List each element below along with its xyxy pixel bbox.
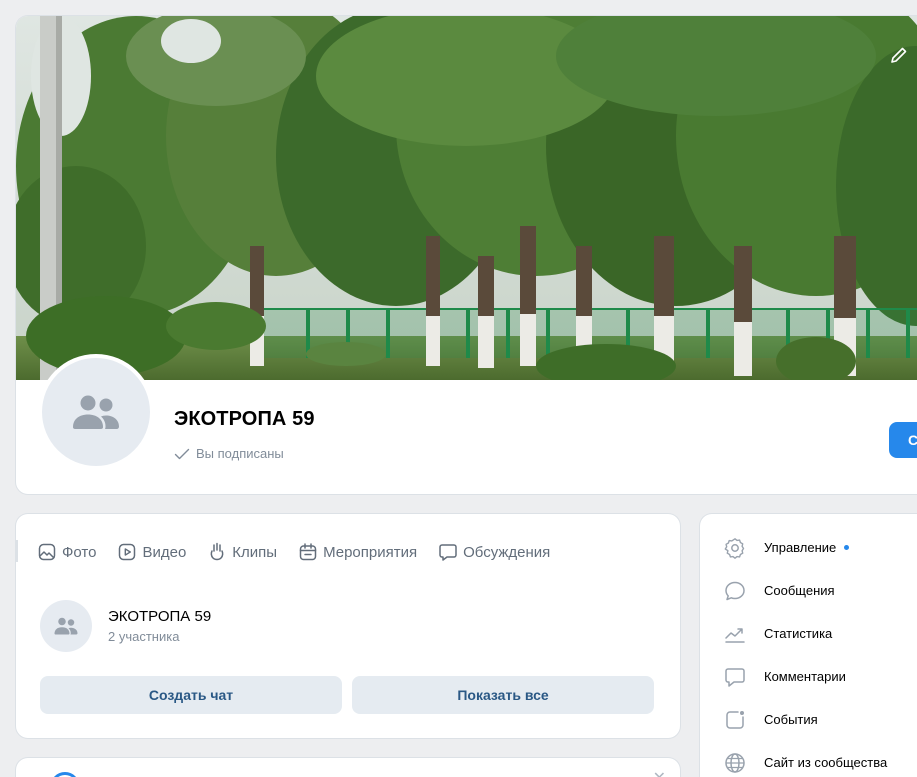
tab-label: Фото	[62, 543, 97, 561]
tab-events[interactable]: Мероприятия	[299, 543, 417, 561]
photo-icon	[38, 543, 56, 561]
menu-item-events[interactable]: События	[700, 698, 917, 741]
tab-label: Обсуждения	[463, 543, 551, 561]
menu-item-label: События	[764, 712, 818, 727]
menu-item-management[interactable]: Управление	[700, 526, 917, 569]
subscription-status[interactable]: Вы подписаны	[174, 446, 284, 461]
group-icon	[54, 617, 78, 635]
discussions-icon	[439, 544, 457, 561]
page-title: ЭКОТРОПА 59	[174, 408, 315, 430]
check-icon	[174, 448, 190, 459]
chat-avatar	[40, 600, 92, 652]
cover-photo-image	[16, 16, 917, 380]
chat-actions: Создать чат Показать все	[40, 676, 654, 714]
menu-item-label: Сообщения	[764, 583, 835, 598]
video-icon	[119, 543, 136, 561]
clips-icon	[210, 542, 224, 561]
globe-icon	[725, 752, 745, 773]
tab-video[interactable]: Видео	[118, 543, 186, 561]
group-icon	[73, 395, 119, 429]
tab-photo[interactable]: Фото	[38, 543, 96, 561]
notification-dot	[844, 545, 850, 551]
menu-item-statistics[interactable]: Статистика	[700, 612, 917, 655]
menu-item-label: Комментарии	[764, 669, 846, 684]
chat-title: ЭКОТРОПА 59	[108, 608, 212, 625]
tab-label: Мероприятия	[323, 543, 418, 561]
show-all-chats-button[interactable]: Показать все	[352, 676, 654, 714]
primary-action-button[interactable]: С	[889, 422, 917, 458]
pencil-icon	[891, 47, 907, 63]
tab-discussions[interactable]: Обсуждения	[439, 543, 550, 561]
event-icon	[726, 710, 744, 729]
menu-item-community-website[interactable]: Сайт из сообщества	[700, 741, 917, 777]
tab-label: Видео	[142, 543, 187, 561]
community-chat-item[interactable]: ЭКОТРОПА 59 2 участника	[40, 600, 211, 652]
close-icon[interactable]: ✕	[653, 768, 666, 777]
community-sections-card: Фото Видео Клипы Мероприятия Обсуждения …	[16, 514, 680, 738]
gear-icon	[724, 537, 745, 559]
create-chat-button[interactable]: Создать чат	[40, 676, 342, 714]
community-header-card: ЭКОТРОПА 59 Вы подписаны С	[16, 16, 917, 494]
menu-item-label: Управление	[764, 540, 837, 555]
section-tabs: Фото Видео Клипы Мероприятия Обсуждения	[16, 538, 572, 566]
menu-item-comments[interactable]: Комментарии	[700, 655, 917, 698]
cover-photo[interactable]	[16, 16, 917, 380]
message-icon	[725, 581, 745, 600]
next-card-avatar	[43, 765, 87, 777]
community-menu: Управление Сообщения Статистика Коммента…	[700, 526, 917, 777]
community-avatar[interactable]	[38, 354, 154, 470]
tab-clips[interactable]: Клипы	[208, 542, 277, 562]
chat-members-count: 2 участника	[108, 629, 180, 644]
events-icon	[299, 543, 317, 561]
comment-icon	[725, 667, 745, 687]
community-menu-card: Управление Сообщения Статистика Коммента…	[700, 514, 917, 777]
edit-cover-button[interactable]	[884, 40, 914, 70]
tab-label: Клипы	[232, 543, 278, 561]
menu-item-label: Статистика	[764, 626, 833, 641]
stats-icon	[725, 627, 745, 643]
menu-item-label: Сайт из сообщества	[764, 755, 888, 770]
menu-item-messages[interactable]: Сообщения	[700, 569, 917, 612]
subscription-status-label: Вы подписаны	[196, 446, 284, 461]
next-card: ✕	[16, 758, 680, 777]
